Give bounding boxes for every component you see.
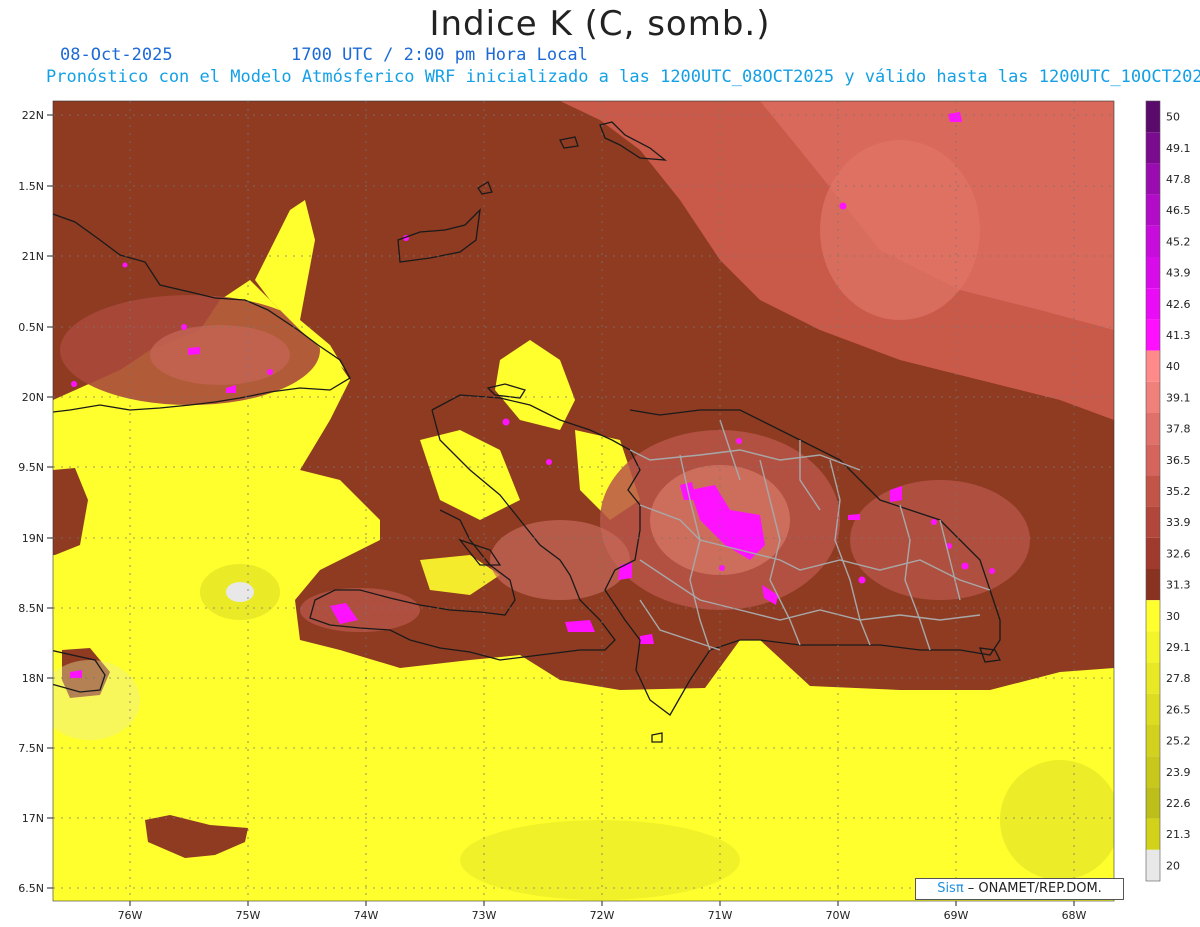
- colorbar-swatch: [1146, 225, 1160, 257]
- colorbar-swatch: [1146, 444, 1160, 476]
- colorbar-swatch: [1146, 475, 1160, 507]
- credit-box: Sisπ – ONAMET/REP.DOM.: [915, 878, 1124, 900]
- lat-label: 7.5N: [18, 742, 44, 755]
- colorbar-label: 23.9: [1166, 766, 1191, 779]
- colorbar-swatch: [1146, 288, 1160, 320]
- colorbar-swatch: [1146, 413, 1160, 445]
- lon-label: 74W: [354, 909, 379, 922]
- colorbar-swatch: [1146, 787, 1160, 819]
- colorbar-label: 45.2: [1166, 235, 1191, 248]
- colorbar-swatch: [1146, 381, 1160, 413]
- colorbar-swatch: [1146, 257, 1160, 289]
- lon-label: 70W: [826, 909, 851, 922]
- lat-label: 22N: [22, 109, 44, 122]
- lon-label: 69W: [944, 909, 969, 922]
- colorbar-swatch: [1146, 350, 1160, 382]
- lat-label: 0.5N: [18, 321, 44, 334]
- colorbar-swatch: [1146, 756, 1160, 788]
- lon-label: 76W: [118, 909, 143, 922]
- colorbar-label: 35.2: [1166, 485, 1191, 498]
- lat-label: 8.5N: [18, 602, 44, 615]
- lon-label: 71W: [708, 909, 733, 922]
- colorbar-label: 33.9: [1166, 516, 1191, 529]
- colorbar-label: 47.8: [1166, 173, 1191, 186]
- colorbar-label: 21.3: [1166, 828, 1191, 841]
- colorbar-swatch: [1146, 194, 1160, 226]
- colorbar-label: 20: [1166, 859, 1180, 872]
- colorbar-label: 32.6: [1166, 547, 1191, 560]
- lon-labels: 76W 75W 74W 73W 72W 71W 70W 69W 68W: [118, 909, 1087, 922]
- colorbar-label: 30: [1166, 610, 1180, 623]
- colorbar-label: 37.8: [1166, 423, 1191, 436]
- colorbar-swatch: [1146, 693, 1160, 725]
- colorbar-swatch: [1146, 818, 1160, 850]
- lon-label: 72W: [590, 909, 615, 922]
- colorbar-swatch: [1146, 662, 1160, 694]
- colorbar-label: 41.3: [1166, 329, 1191, 342]
- colorbar-label: 36.5: [1166, 454, 1191, 467]
- colorbar-label: 22.6: [1166, 797, 1191, 810]
- lon-label: 68W: [1062, 909, 1087, 922]
- colorbar-swatch: [1146, 101, 1160, 133]
- colorbar-label: 29.1: [1166, 641, 1191, 654]
- colorbar-label: 26.5: [1166, 703, 1191, 716]
- lat-label: 6.5N: [18, 882, 44, 895]
- colorbar-label: 39.1: [1166, 391, 1191, 404]
- lat-labels: 22N 1.5N 21N 0.5N 20N 9.5N 19N 8.5N 18N …: [18, 109, 44, 895]
- lon-label: 75W: [236, 909, 261, 922]
- lat-label: 21N: [22, 250, 44, 263]
- lat-label: 19N: [22, 532, 44, 545]
- colorbar-swatch: [1146, 725, 1160, 757]
- colorbar: 50 49.1 47.8 46.5 45.2 43.9 42.6 41.3 40 39.1 37.8…: [1145, 100, 1191, 882]
- colorbar-label: 46.5: [1166, 204, 1191, 217]
- colorbar-swatch: [1146, 631, 1160, 663]
- colorbar-label: 40: [1166, 360, 1180, 373]
- lon-label: 73W: [472, 909, 497, 922]
- colorbar-label: 49.1: [1166, 142, 1191, 155]
- colorbar-label: 43.9: [1166, 267, 1191, 280]
- colorbar-swatch: [1146, 849, 1160, 881]
- shaded-field: [53, 101, 1114, 901]
- colorbar-swatch: [1146, 569, 1160, 601]
- lat-label: 20N: [22, 391, 44, 404]
- colorbar-swatch: [1146, 163, 1160, 195]
- map-canvas: 22N 1.5N 21N 0.5N 20N 9.5N 19N 8.5N 18N …: [18, 100, 1191, 922]
- colorbar-swatch: [1146, 319, 1160, 351]
- credit-brand: Sisπ: [937, 881, 964, 896]
- colorbar-label: 25.2: [1166, 735, 1191, 748]
- lat-label: 1.5N: [18, 180, 44, 193]
- colorbar-swatch: [1146, 132, 1160, 164]
- colorbar-swatch: [1146, 600, 1160, 632]
- lat-label: 9.5N: [18, 461, 44, 474]
- colorbar-label: 50: [1166, 111, 1180, 124]
- colorbar-swatch: [1146, 537, 1160, 569]
- colorbar-label: 31.3: [1166, 579, 1191, 592]
- credit-org: – ONAMET/REP.DOM.: [963, 881, 1102, 896]
- colorbar-label: 42.6: [1166, 298, 1191, 311]
- lat-label: 17N: [22, 812, 44, 825]
- colorbar-label: 27.8: [1166, 672, 1191, 685]
- colorbar-swatch: [1146, 506, 1160, 538]
- lat-label: 18N: [22, 672, 44, 685]
